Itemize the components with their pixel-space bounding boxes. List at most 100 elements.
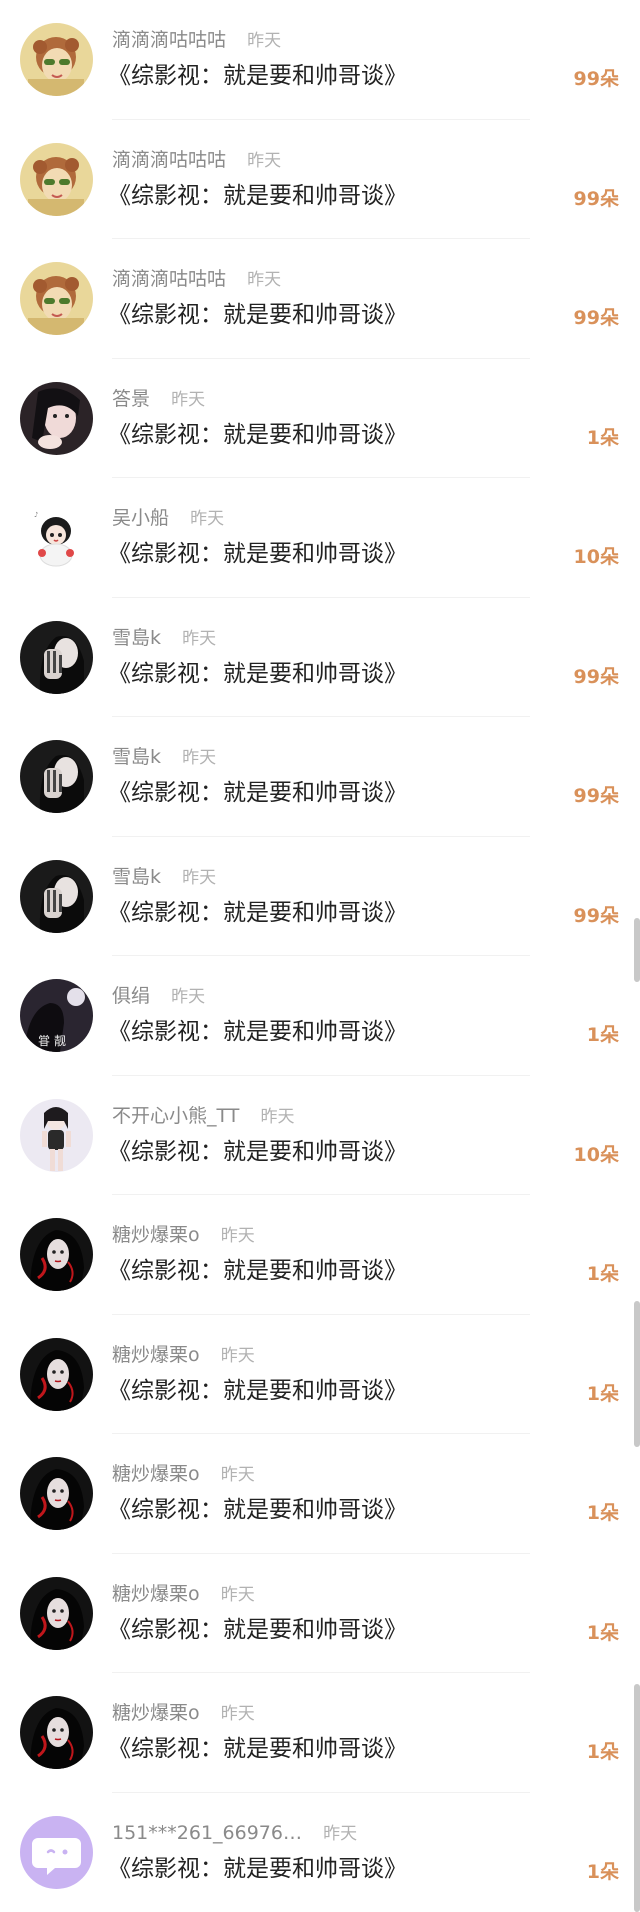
username[interactable]: 不开心小熊_TT (112, 1105, 239, 1127)
flower-count: 1朵 (586, 1741, 619, 1763)
book-title[interactable]: 《综影视：就是要和帅哥谈》 (108, 1733, 407, 1765)
timestamp: 昨天 (260, 1106, 295, 1127)
list-item[interactable]: 答景 昨天 《综影视：就是要和帅哥谈》 1朵 (0, 359, 640, 479)
username[interactable]: 滴滴滴咕咕咕 (112, 29, 226, 51)
username[interactable]: 糖炒爆栗o (112, 1224, 200, 1246)
timestamp: 昨天 (220, 1704, 255, 1724)
username[interactable]: 俱绢 (112, 985, 150, 1007)
list-item[interactable]: 不开心小熊_TT 昨天 《综影视：就是要和帅哥谈》 10朵 (0, 1076, 640, 1196)
username[interactable]: 糖炒爆栗o (112, 1344, 200, 1366)
flower-count: 99朵 (573, 904, 619, 927)
avatar-night-silhouette[interactable]: 甞靓 (20, 979, 93, 1052)
list-item[interactable]: 甞靓 俱绢 昨天 《综影视：就是要和帅哥谈》 1朵 (0, 956, 640, 1076)
scrollbar-thumb[interactable] (634, 1684, 640, 1912)
username[interactable]: 答景 (112, 388, 150, 410)
svg-text:甞: 甞 (38, 1034, 50, 1048)
username[interactable]: 滴滴滴咕咕咕 (112, 149, 226, 171)
timestamp: 昨天 (182, 867, 217, 888)
list-item[interactable]: ♪ 吴小船 昨天 《综影视：就是要和帅哥谈》 10朵 (0, 478, 640, 598)
list-item[interactable]: 糖炒爆栗o 昨天 《综影视：就是要和帅哥谈》 1朵 (0, 1554, 640, 1674)
avatar-dark-red[interactable] (20, 1457, 93, 1530)
avatar-cartoon-girl[interactable] (20, 262, 93, 335)
flower-count: 1朵 (586, 1621, 619, 1644)
flower-count: 99朵 (573, 187, 619, 210)
avatar-dark-hand[interactable] (20, 620, 93, 694)
avatar-cartoon-girl[interactable] (20, 23, 93, 96)
list-item[interactable]: 糖炒爆栗o 昨天 《综影视：就是要和帅哥谈》 1朵 (0, 1315, 640, 1435)
book-title[interactable]: 《综影视：就是要和帅哥谈》 (108, 1614, 407, 1646)
book-title[interactable]: 《综影视：就是要和帅哥谈》 (108, 299, 407, 331)
avatar-dark-hand[interactable] (20, 859, 93, 933)
book-title[interactable]: 《综影视：就是要和帅哥谈》 (108, 1255, 407, 1287)
flower-count: 10朵 (573, 546, 619, 568)
username[interactable]: 滴滴滴咕咕咕 (112, 268, 226, 290)
book-title[interactable]: 《综影视：就是要和帅哥谈》 (108, 1494, 407, 1526)
flower-count: 1朵 (586, 1382, 619, 1405)
username[interactable]: 糖炒爆栗o (112, 1583, 200, 1605)
flower-count: 1朵 (586, 1502, 619, 1524)
flower-count: 1朵 (586, 1263, 619, 1285)
list-item[interactable]: 糖炒爆栗o 昨天 《综影视：就是要和帅哥谈》 1朵 (0, 1195, 640, 1315)
timestamp: 昨天 (171, 389, 206, 410)
username[interactable]: 151***261_66976… (112, 1822, 302, 1844)
book-title[interactable]: 《综影视：就是要和帅哥谈》 (108, 777, 407, 809)
list-item[interactable]: 雪島k 昨天 《综影视：就是要和帅哥谈》 99朵 (0, 837, 640, 957)
list-item[interactable]: 滴滴滴咕咕咕 昨天 《综影视：就是要和帅哥谈》 99朵 (0, 0, 640, 120)
svg-text:♪: ♪ (34, 511, 38, 519)
list-item[interactable]: 雪島k 昨天 《综影视：就是要和帅哥谈》 99朵 (0, 598, 640, 718)
list-item[interactable]: 滴滴滴咕咕咕 昨天 《综影视：就是要和帅哥谈》 99朵 (0, 120, 640, 240)
flower-count: 99朵 (573, 785, 619, 807)
scrollbar-thumb[interactable] (634, 1301, 640, 1447)
avatar-dark-red[interactable] (20, 1576, 93, 1650)
list-item[interactable]: 雪島k 昨天 《综影视：就是要和帅哥谈》 99朵 (0, 717, 640, 837)
avatar-dark-red[interactable] (20, 1218, 93, 1291)
timestamp: 昨天 (182, 628, 217, 649)
book-title[interactable]: 《综影视：就是要和帅哥谈》 (108, 1853, 407, 1885)
avatar-dark-red[interactable] (20, 1337, 93, 1411)
avatar-dark-hand[interactable] (20, 740, 93, 813)
book-title[interactable]: 《综影视：就是要和帅哥谈》 (108, 897, 407, 929)
book-title[interactable]: 《综影视：就是要和帅哥谈》 (108, 658, 407, 690)
gift-record-list: 滴滴滴咕咕咕 昨天 《综影视：就是要和帅哥谈》 99朵 滴滴滴咕咕咕 昨天 《综… (0, 0, 640, 1912)
list-item[interactable]: 糖炒爆栗o 昨天 《综影视：就是要和帅哥谈》 1朵 (0, 1434, 640, 1554)
timestamp: 昨天 (247, 31, 282, 51)
list-item[interactable]: 滴滴滴咕咕咕 昨天 《综影视：就是要和帅哥谈》 99朵 (0, 239, 640, 359)
timestamp: 昨天 (182, 748, 217, 768)
book-title[interactable]: 《综影视：就是要和帅哥谈》 (108, 60, 407, 92)
timestamp: 昨天 (247, 270, 282, 290)
avatar-chibi[interactable]: ♪ (20, 501, 93, 574)
book-title[interactable]: 《综影视：就是要和帅哥谈》 (108, 180, 407, 212)
timestamp: 昨天 (323, 1823, 358, 1844)
flower-count: 1朵 (586, 426, 619, 449)
timestamp: 昨天 (190, 509, 225, 529)
book-title[interactable]: 《综影视：就是要和帅哥谈》 (108, 419, 407, 451)
username[interactable]: 雪島k (112, 627, 161, 649)
avatar-full-body[interactable] (20, 1098, 93, 1172)
book-title[interactable]: 《综影视：就是要和帅哥谈》 (108, 1375, 407, 1407)
book-title[interactable]: 《综影视：就是要和帅哥谈》 (108, 1016, 407, 1048)
flower-count: 99朵 (573, 68, 619, 90)
avatar-photo-girl[interactable] (20, 381, 93, 455)
username[interactable]: 糖炒爆栗o (112, 1702, 200, 1724)
flower-count: 99朵 (573, 307, 619, 329)
flower-count: 1朵 (586, 1860, 619, 1883)
username[interactable]: 糖炒爆栗o (112, 1463, 200, 1485)
username[interactable]: 雪島k (112, 746, 161, 768)
timestamp: 昨天 (220, 1465, 255, 1485)
scrollbar-thumb[interactable] (634, 918, 640, 982)
username[interactable]: 吴小船 (112, 507, 169, 529)
timestamp: 昨天 (220, 1584, 255, 1605)
list-item[interactable]: 151***261_66976… 昨天 《综影视：就是要和帅哥谈》 1朵 (0, 1793, 640, 1912)
avatar-default-chat[interactable] (20, 1815, 93, 1889)
avatar-cartoon-girl[interactable] (20, 142, 93, 216)
timestamp: 昨天 (247, 150, 282, 171)
book-title[interactable]: 《综影视：就是要和帅哥谈》 (108, 538, 407, 570)
username[interactable]: 雪島k (112, 866, 161, 888)
flower-count: 1朵 (586, 1024, 619, 1046)
flower-count: 10朵 (573, 1143, 619, 1166)
book-title[interactable]: 《综影视：就是要和帅哥谈》 (108, 1136, 407, 1168)
avatar-dark-red[interactable] (20, 1696, 93, 1769)
timestamp: 昨天 (220, 1226, 255, 1246)
list-item[interactable]: 糖炒爆栗o 昨天 《综影视：就是要和帅哥谈》 1朵 (0, 1673, 640, 1793)
scrollbar[interactable] (634, 0, 640, 1912)
